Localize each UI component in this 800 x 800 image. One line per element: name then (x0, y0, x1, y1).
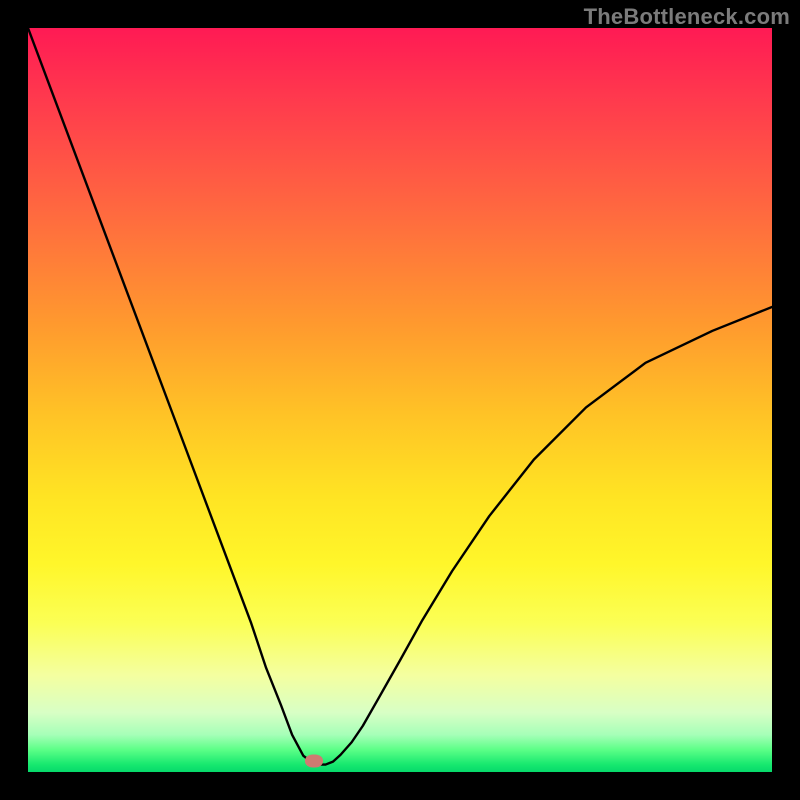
bottleneck-marker (305, 754, 323, 767)
plot-area (28, 28, 772, 772)
chart-frame: TheBottleneck.com (0, 0, 800, 800)
bottleneck-curve (28, 28, 772, 772)
watermark-text: TheBottleneck.com (584, 4, 790, 30)
